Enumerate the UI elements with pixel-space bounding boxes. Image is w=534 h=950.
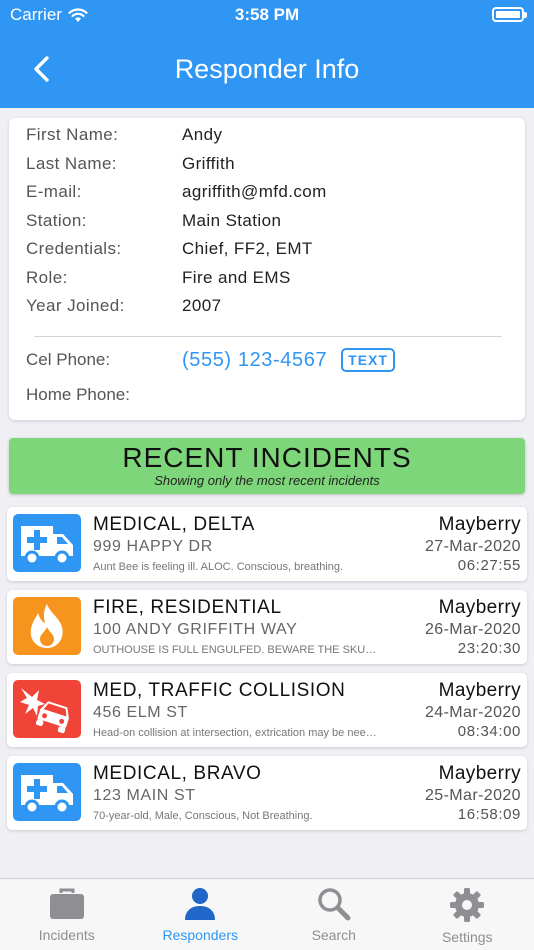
tab-label: Search — [311, 927, 356, 943]
person-icon — [185, 888, 216, 920]
incident-type: MEDICAL, BRAVO — [93, 763, 262, 784]
field-label: Year Joined: — [26, 296, 125, 315]
tab-search[interactable]: Search — [267, 879, 401, 950]
field-value: Griffith — [182, 154, 235, 173]
fire-icon — [13, 597, 81, 655]
tab-label: Responders — [162, 927, 239, 943]
tab-responders[interactable]: Responders — [134, 879, 268, 950]
section-title: RECENT INCIDENTS — [122, 442, 412, 473]
incident-row[interactable]: MEDICAL, DELTA 999 HAPPY DR Aunt Bee is … — [7, 507, 527, 581]
field-value: 2007 — [182, 296, 222, 315]
incident-note: OUTHOUSE IS FULL ENGULFED. BEWARE THE SK… — [93, 644, 377, 656]
briefcase-icon — [49, 888, 84, 919]
tab-incidents[interactable]: Incidents — [0, 879, 134, 950]
incident-row[interactable]: MEDICAL, BRAVO 123 MAIN ST 70-year-old, … — [7, 756, 527, 830]
field-role: Role: Fire and EMS — [26, 266, 291, 290]
incident-time: 16:58:09 — [457, 806, 521, 823]
tab-settings[interactable]: Settings — [401, 879, 534, 950]
incident-address: 100 ANDY GRIFFITH WAY — [93, 621, 298, 638]
field-year-joined: Year Joined: 2007 — [26, 294, 221, 318]
field-station: Station: Main Station — [26, 209, 281, 233]
field-label: Last Name: — [26, 154, 117, 173]
battery-icon — [492, 7, 527, 22]
field-value: Chief, FF2, EMT — [182, 239, 313, 258]
chevron-left-icon — [34, 56, 49, 82]
incident-type: MEDICAL, DELTA — [93, 514, 255, 535]
incident-address: 999 HAPPY DR — [93, 538, 213, 555]
cel-phone-link[interactable]: (555) 123-4567 — [182, 349, 327, 372]
status-time: 3:58 PM — [234, 5, 300, 24]
incident-note: Aunt Bee is feeling ill. ALOC. Conscious… — [93, 561, 344, 573]
field-email: E-mail: agriffith@mfd.com — [26, 180, 327, 204]
incident-type: FIRE, RESIDENTIAL — [93, 597, 282, 618]
nav-header: Carrier 3:58 PM Responder Info — [0, 0, 534, 108]
divider — [34, 336, 502, 337]
field-label: Role: — [26, 268, 68, 287]
back-button[interactable] — [26, 52, 56, 86]
incident-address: 456 ELM ST — [93, 704, 188, 721]
incident-time: 23:20:30 — [457, 640, 521, 657]
recent-incidents-banner: RECENT INCIDENTS Showing only the most r… — [9, 438, 525, 494]
incident-city: Mayberry — [438, 680, 521, 701]
incident-date: 25-Mar-2020 — [424, 787, 521, 804]
incident-time: 08:34:00 — [457, 723, 521, 740]
field-label: First Name: — [26, 125, 119, 144]
responder-info-card: First Name: Andy Last Name: Griffith E-m… — [9, 118, 525, 420]
cel-phone-label: Cel Phone: — [26, 350, 111, 369]
section-subtitle: Showing only the most recent incidents — [154, 473, 380, 488]
car-crash-icon — [13, 680, 81, 738]
field-last-name: Last Name: Griffith — [26, 152, 235, 176]
tab-label: Incidents — [38, 927, 95, 943]
field-label: Station: — [26, 211, 87, 230]
incident-note: 70-year-old, Male, Conscious, Not Breath… — [93, 810, 313, 822]
ambulance-icon — [13, 514, 81, 572]
status-bar: Carrier 3:58 PM — [0, 0, 534, 30]
field-label: Credentials: — [26, 239, 122, 258]
incident-row[interactable]: FIRE, RESIDENTIAL 100 ANDY GRIFFITH WAY … — [7, 590, 527, 664]
text-button[interactable]: TEXT — [341, 348, 395, 372]
incident-date: 27-Mar-2020 — [424, 538, 521, 555]
incident-address: 123 MAIN ST — [93, 787, 196, 804]
tab-bar: Incidents Responders Search Settings — [0, 878, 534, 950]
cel-phone-row: Cel Phone: (555) 123-4567 TEXT — [26, 347, 395, 373]
field-value: Andy — [182, 125, 223, 144]
incident-date: 26-Mar-2020 — [424, 621, 521, 638]
ambulance-icon — [13, 763, 81, 821]
page-title: Responder Info — [174, 54, 360, 84]
incident-city: Mayberry — [438, 597, 521, 618]
home-phone-label: Home Phone: — [26, 385, 130, 404]
incident-type: MED, TRAFFIC COLLISION — [93, 680, 346, 701]
incident-row[interactable]: MED, TRAFFIC COLLISION 456 ELM ST Head-o… — [7, 673, 527, 747]
incident-date: 24-Mar-2020 — [424, 704, 521, 721]
incident-city: Mayberry — [438, 514, 521, 535]
incident-note: Head-on collision at intersection, extri… — [93, 727, 377, 739]
gear-icon — [450, 888, 485, 922]
field-label: E-mail: — [26, 182, 82, 201]
field-value: agriffith@mfd.com — [182, 182, 327, 201]
field-first-name: First Name: Andy — [26, 123, 222, 147]
field-value: Main Station — [182, 211, 282, 230]
field-value: Fire and EMS — [182, 268, 291, 287]
tab-label: Settings — [441, 929, 493, 945]
field-credentials: Credentials: Chief, FF2, EMT — [26, 237, 313, 261]
incident-city: Mayberry — [438, 763, 521, 784]
search-icon — [318, 888, 351, 921]
incident-time: 06:27:55 — [457, 557, 521, 574]
